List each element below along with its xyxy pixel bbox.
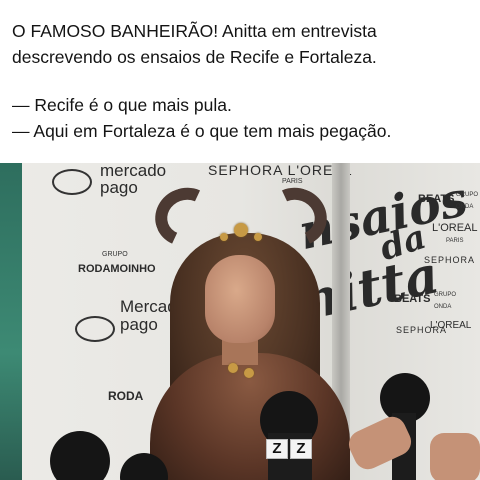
mic-flag-label: Z bbox=[266, 439, 288, 459]
caption-line-1: O FAMOSO BANHEIRÃO! Anitta em entrevista bbox=[12, 21, 377, 41]
grupo-small-label: GRUPO bbox=[102, 251, 128, 258]
mercado-pago-handshake-icon bbox=[75, 316, 115, 342]
post-video[interactable]: mercado pago RODAMOINHO GRUPO Mercado pa… bbox=[0, 163, 480, 480]
mercado-pago-handshake-icon bbox=[52, 169, 92, 195]
reporter-hand bbox=[430, 433, 480, 480]
beats-logo-2: BEATS bbox=[394, 293, 431, 305]
roda-fragment-logo: RODA bbox=[108, 389, 144, 403]
mic-flag-label: Z bbox=[290, 439, 312, 459]
sephora-loreal-top-logo: SEPHORA L'OREAL bbox=[208, 163, 353, 178]
necklace-jewel bbox=[228, 363, 238, 373]
grupo-onda-logo-1: GRUPO ONDA bbox=[456, 192, 479, 210]
grupo-onda-logo-2: GRUPO ONDA bbox=[434, 292, 457, 310]
beats-logo-1: BEATS bbox=[418, 193, 455, 205]
quote-line-1: — Recife é o que mais pula. bbox=[12, 95, 232, 115]
headpiece-jewel bbox=[254, 233, 262, 241]
paris-right-label: PARIS bbox=[446, 238, 464, 244]
subject-face bbox=[205, 255, 275, 343]
mercado-pago-mid-word-2: pago bbox=[120, 315, 158, 334]
necklace-jewel bbox=[244, 368, 254, 378]
backdrop-edge bbox=[0, 163, 22, 480]
mercado-pago-top-word-2: pago bbox=[100, 178, 138, 197]
loreal-right-logo-2: L'OREAL bbox=[430, 320, 472, 331]
quote-line-2: — Aqui em Fortaleza é o que tem mais peg… bbox=[12, 121, 392, 141]
loreal-right-logo: L'OREAL bbox=[432, 222, 478, 234]
caption-line-2: descrevendo os ensaios de Recife e Forta… bbox=[12, 47, 377, 67]
sephora-right-logo: SEPHORA bbox=[424, 255, 476, 265]
paris-top-label: PARIS bbox=[282, 178, 303, 185]
post-caption: O FAMOSO BANHEIRÃO! Anitta em entrevista… bbox=[12, 18, 472, 144]
rodamoinho-logo: RODAMOINHO bbox=[78, 263, 156, 275]
headpiece-jewel bbox=[234, 223, 248, 237]
headpiece-jewel bbox=[220, 233, 228, 241]
